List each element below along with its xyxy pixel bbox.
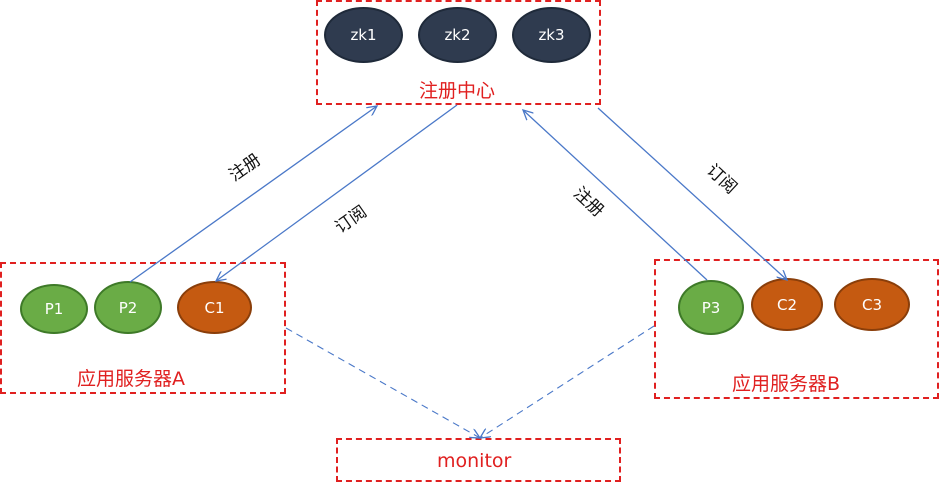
register-label-b: 注册: [569, 183, 608, 221]
monitor-arrow-b: [480, 325, 655, 438]
edges-layer: 注册 订阅 注册 订阅: [129, 104, 939, 483]
subscribe-label-a: 订阅: [331, 202, 370, 238]
subscribe-arrow-a: [216, 104, 458, 281]
register-label-a: 注册: [225, 150, 264, 186]
subscribe-arrow-b: [597, 107, 787, 280]
monitor-arrow-a: [285, 327, 480, 438]
register-arrow-b: [523, 110, 708, 281]
register-arrow-a: [129, 106, 377, 283]
subscribe-label-b: 订阅: [702, 160, 741, 198]
